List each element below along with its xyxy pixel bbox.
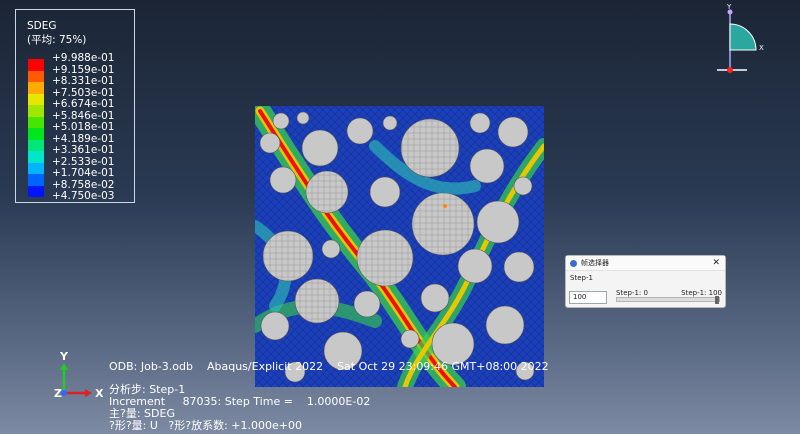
slider-min-label: Step-1: 0 [616,289,648,297]
legend-title: SDEG [27,20,57,32]
legend-value: +4.750e-03 [52,190,115,202]
app-icon [570,259,577,267]
triad-sector [729,23,757,51]
legend-value: +9.988e-01 [52,52,115,64]
analysis-info: 分析步: Step-1 Increment 87035: Step Time =… [109,384,370,432]
step-label: Step-1 [570,274,593,282]
frame-input[interactable]: 100 [569,291,607,304]
close-icon[interactable]: ✕ [712,258,720,268]
legend-swatch [28,174,44,186]
legend-swatch [28,162,44,174]
contour-legend: SDEG (平均: 75%) +9.988e-01 +9.159e-01 +8.33… [15,9,135,203]
frame-selector-dialog: 帧选择器 ✕ Step-1 100 Step-1: 0 Step-1: 100 [565,255,726,308]
legend-values: +9.988e-01 +9.159e-01 +8.331e-01 +7.503e-01… [52,52,115,203]
legend-swatch [28,82,44,94]
view-triad-top[interactable]: Y X [700,0,800,80]
legend-value: +5.018e-01 [52,121,115,133]
legend-swatch [28,70,44,82]
legend-swatch [28,116,44,128]
triad-y-label: Y [726,3,732,11]
legend-swatch [28,185,44,197]
probe-marker [443,204,447,208]
legend-swatch [28,59,44,71]
legend-value: +3.361e-01 [52,144,115,156]
legend-color-bar [28,59,44,197]
legend-value: +6.674e-01 [52,98,115,110]
legend-value: +1.704e-01 [52,167,115,179]
legend-value: +8.331e-01 [52,75,115,87]
legend-subtitle: (平均: 75%) [27,34,87,46]
slider-thumb[interactable] [715,296,719,304]
dialog-title: 帧选择器 [581,259,609,267]
axis-z-label: Z [54,387,62,400]
triad-x-label: X [759,44,764,52]
odb-info-line: ODB: Job-3.odb Abaqus/Explicit 2022 Sat … [109,360,549,373]
legend-swatch [28,128,44,140]
contour-plot-viewport[interactable] [255,106,544,387]
legend-swatch [28,151,44,163]
dialog-titlebar[interactable]: 帧选择器 ✕ [566,256,725,271]
legend-swatch [28,105,44,117]
axis-y-label: Y [59,350,69,363]
coordinate-triad: Y X Z [54,350,104,400]
axis-x-label: X [95,387,104,400]
deformed-variable-line: ?形?量: U ?形?放系数: +1.000e+00 [109,419,302,432]
legend-swatch [28,93,44,105]
frame-slider[interactable] [616,296,720,304]
legend-swatch [28,139,44,151]
